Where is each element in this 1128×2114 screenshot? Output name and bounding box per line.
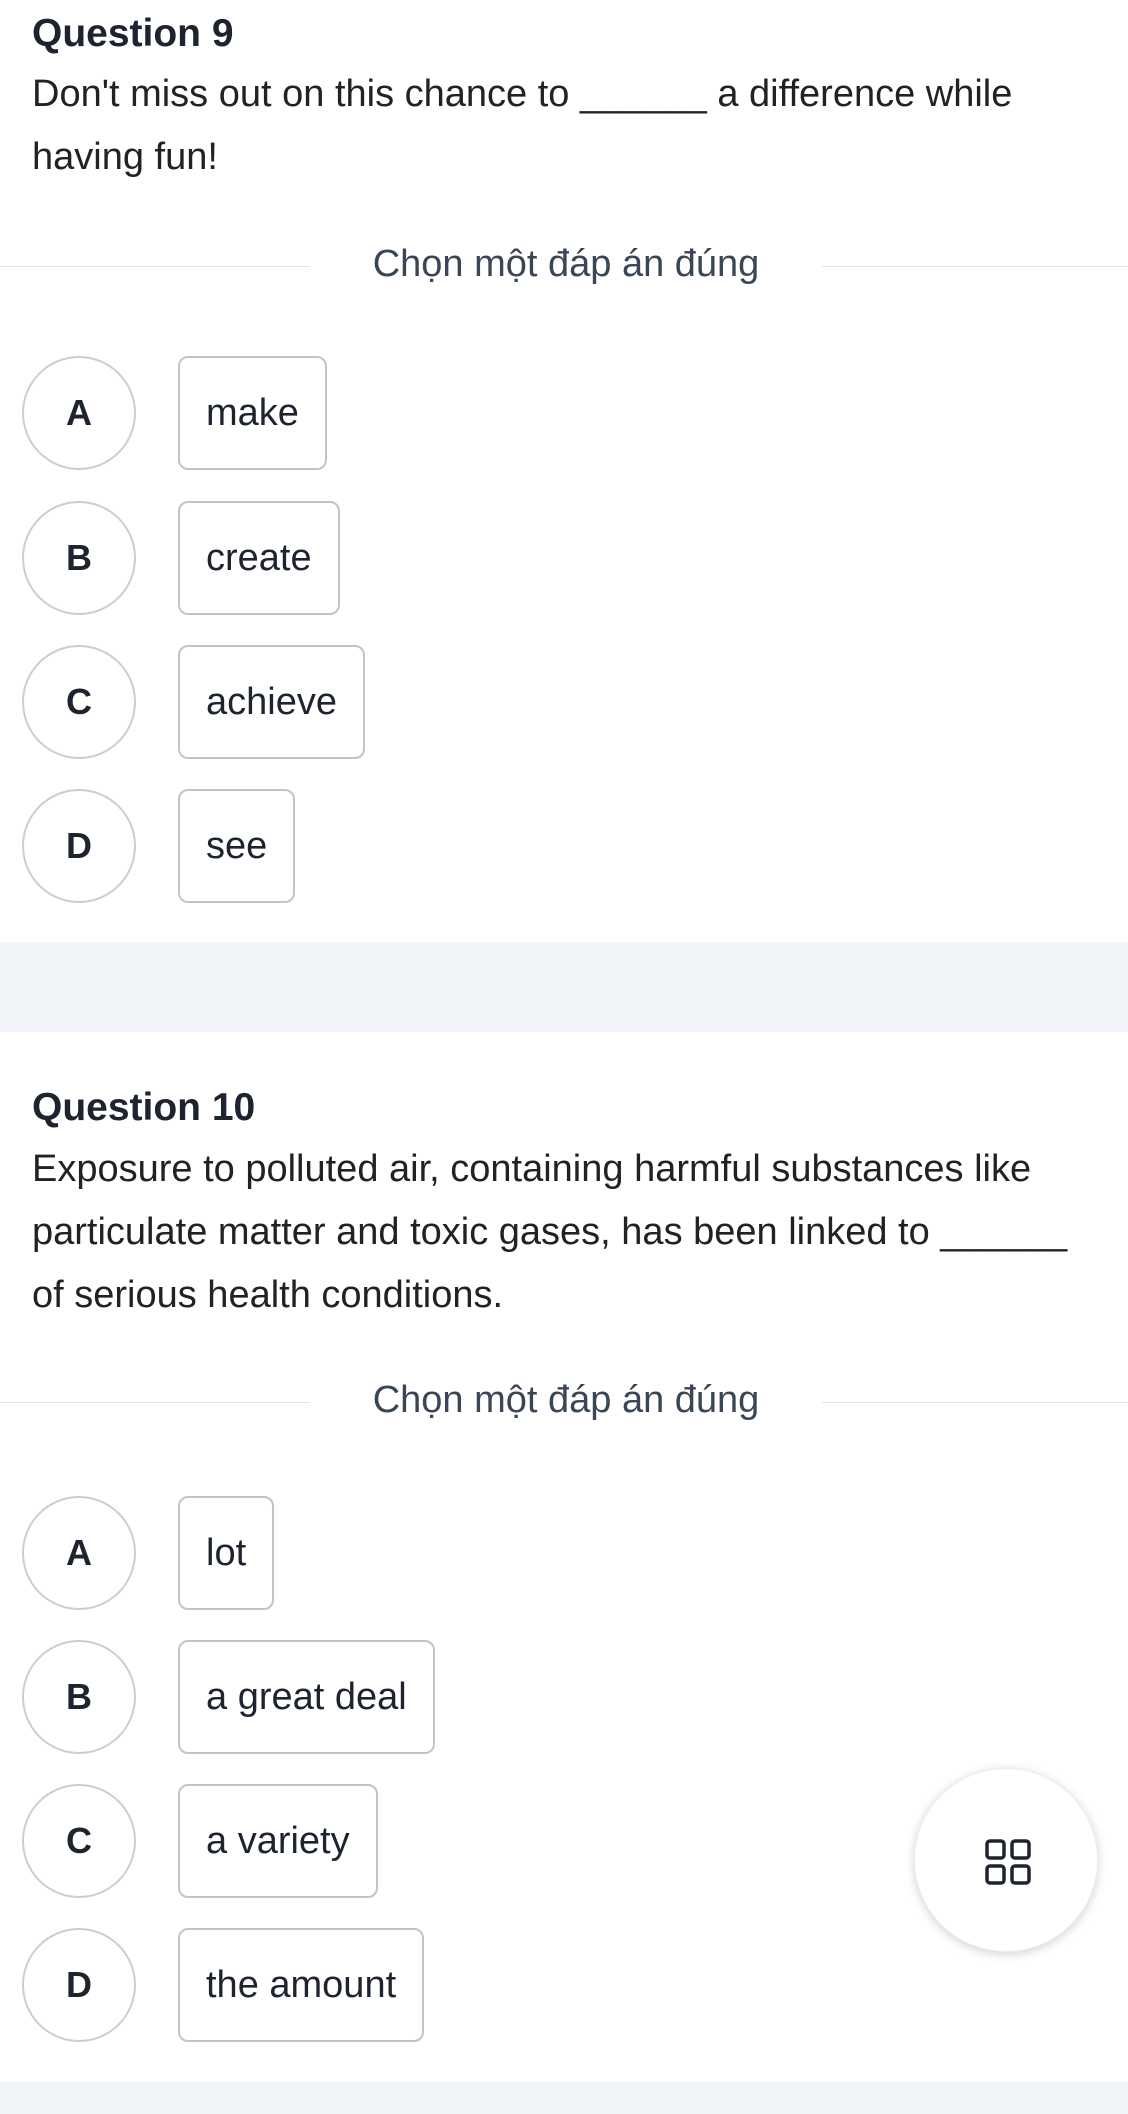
option-text[interactable]: achieve: [178, 645, 365, 759]
question-text: Exposure to polluted air, containing har…: [32, 1148, 1068, 1316]
option-text[interactable]: make: [178, 356, 327, 470]
option-letter[interactable]: D: [22, 1928, 136, 2042]
option-text[interactable]: a great deal: [178, 1640, 435, 1754]
divider-line: [0, 1402, 310, 1403]
option-text[interactable]: a variety: [178, 1784, 378, 1898]
option-letter[interactable]: A: [22, 1496, 136, 1610]
answer-prompt-label: Chọn một đáp án đúng: [372, 243, 760, 285]
section-separator: [0, 2082, 1128, 2114]
answer-prompt-label: Chọn một đáp án đúng: [372, 1379, 760, 1421]
divider-line: [822, 266, 1128, 267]
option-letter[interactable]: C: [22, 1784, 136, 1898]
question-title: Question 10: [32, 1086, 256, 1129]
question-9-card: Question 9 Don't miss out on this chance…: [0, 0, 1128, 942]
question-grid-button[interactable]: [914, 1768, 1098, 1952]
option-letter[interactable]: B: [22, 1640, 136, 1754]
answer-prompt-divider: Chọn một đáp án đúng: [0, 241, 1128, 291]
section-separator: [0, 942, 1128, 1032]
option-text[interactable]: the amount: [178, 1928, 425, 2042]
option-letter[interactable]: A: [22, 356, 136, 470]
divider-line: [0, 266, 310, 267]
answer-prompt-divider: Chọn một đáp án đúng: [0, 1377, 1128, 1427]
divider-line: [822, 1402, 1128, 1403]
question-text: Don't miss out on this chance to ______ …: [32, 73, 1013, 178]
option-text[interactable]: lot: [178, 1496, 275, 1610]
option-letter[interactable]: C: [22, 645, 136, 759]
question-title: Question 9: [32, 12, 234, 55]
option-letter[interactable]: D: [22, 789, 136, 903]
option-text[interactable]: see: [178, 789, 296, 903]
option-letter[interactable]: B: [22, 501, 136, 615]
grid-menu-icon: [985, 1839, 1031, 1885]
option-text[interactable]: create: [178, 501, 340, 615]
